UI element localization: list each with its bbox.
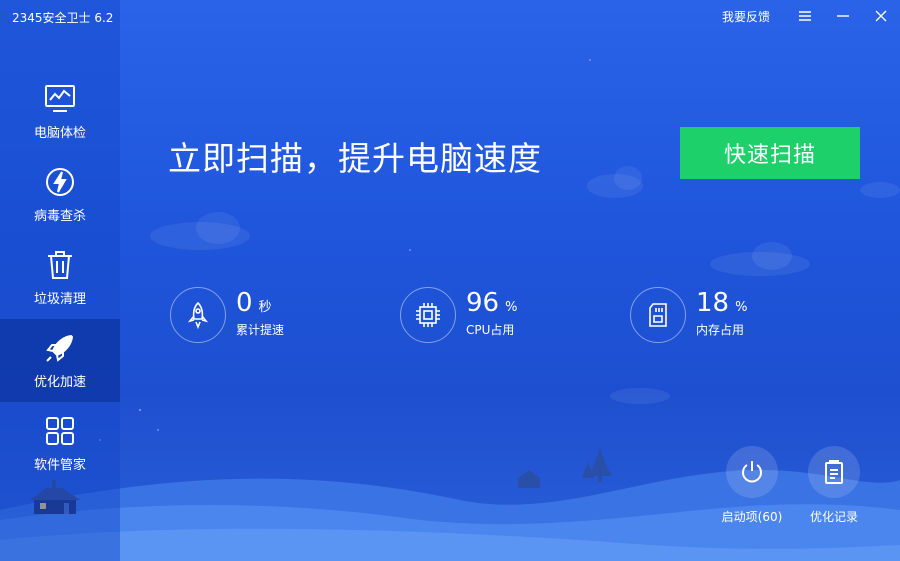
sidebar-nav: 电脑体检 病毒查杀 垃圾清理 优化加速 软件管家 (0, 70, 120, 485)
title-bar-controls: 我要反馈 (722, 0, 900, 32)
app-window: 2345安全卫士 6.2 电脑体检 病毒查杀 垃圾清理 优化加速 软件管家 我要… (0, 0, 900, 561)
sidebar-item-pc-checkup[interactable]: 电脑体检 (0, 70, 120, 153)
rocket-outline-icon (187, 301, 209, 330)
quick-scan-button[interactable]: 快速扫描 (680, 127, 860, 179)
apps-grid-icon (46, 417, 74, 445)
monitor-icon (45, 85, 75, 112)
history-circle (808, 446, 860, 498)
sidebar-item-label: 软件管家 (33, 458, 86, 473)
optimize-history-button[interactable]: 优化记录 (794, 446, 874, 525)
close-icon (875, 10, 887, 22)
stat-icon-circle (630, 287, 686, 343)
menu-icon (799, 11, 811, 21)
stat-label: 内存占用 (696, 323, 745, 337)
minimize-button[interactable] (824, 0, 862, 32)
stat-label: 累计提速 (236, 323, 285, 337)
power-icon (742, 461, 762, 483)
clipboard-icon (825, 460, 843, 484)
app-title: 2345安全卫士 6.2 (12, 11, 114, 25)
stat-memory: 18 % 内存占用 (630, 287, 747, 343)
sidebar-item-optimize[interactable]: 优化加速 (0, 319, 120, 402)
stat-icon-circle (400, 287, 456, 343)
stat-unit: % (735, 300, 748, 315)
menu-button[interactable] (786, 0, 824, 32)
stat-unit: 秒 (258, 300, 272, 315)
page-headline: 立即扫描，提升电脑速度 (168, 139, 542, 178)
startup-circle (726, 446, 778, 498)
stat-value: 0 (236, 288, 253, 318)
stat-cpu: 96 % CPU占用 (400, 287, 517, 343)
sidebar: 2345安全卫士 6.2 电脑体检 病毒查杀 垃圾清理 优化加速 软件管家 (0, 0, 120, 561)
startup-items-label: 启动项(60) (721, 510, 783, 524)
sidebar-item-junk-clean[interactable]: 垃圾清理 (0, 236, 120, 319)
stat-value: 18 (696, 288, 730, 318)
stat-unit: % (505, 300, 518, 315)
close-button[interactable] (862, 0, 900, 32)
sidebar-item-virus-scan[interactable]: 病毒查杀 (0, 153, 120, 236)
stat-label: CPU占用 (466, 323, 515, 337)
startup-items-button[interactable]: 启动项(60) (712, 446, 792, 525)
stat-speedup: 0 秒 累计提速 (170, 287, 284, 343)
stat-value: 96 (466, 288, 500, 318)
sidebar-item-label: 病毒查杀 (33, 209, 86, 224)
sidebar-item-software-manager[interactable]: 软件管家 (0, 402, 120, 485)
memory-card-icon (649, 303, 667, 327)
minimize-icon (837, 15, 849, 17)
sidebar-item-label: 电脑体检 (33, 126, 86, 141)
cpu-chip-icon (416, 303, 440, 327)
lightning-shield-icon (46, 168, 74, 196)
rocket-icon (46, 334, 74, 362)
sidebar-item-label: 垃圾清理 (33, 292, 86, 307)
stat-icon-circle (170, 287, 226, 343)
sidebar-item-label: 优化加速 (33, 375, 86, 390)
trash-icon (48, 251, 72, 279)
feedback-link[interactable]: 我要反馈 (722, 8, 770, 25)
optimize-history-label: 优化记录 (809, 510, 858, 524)
